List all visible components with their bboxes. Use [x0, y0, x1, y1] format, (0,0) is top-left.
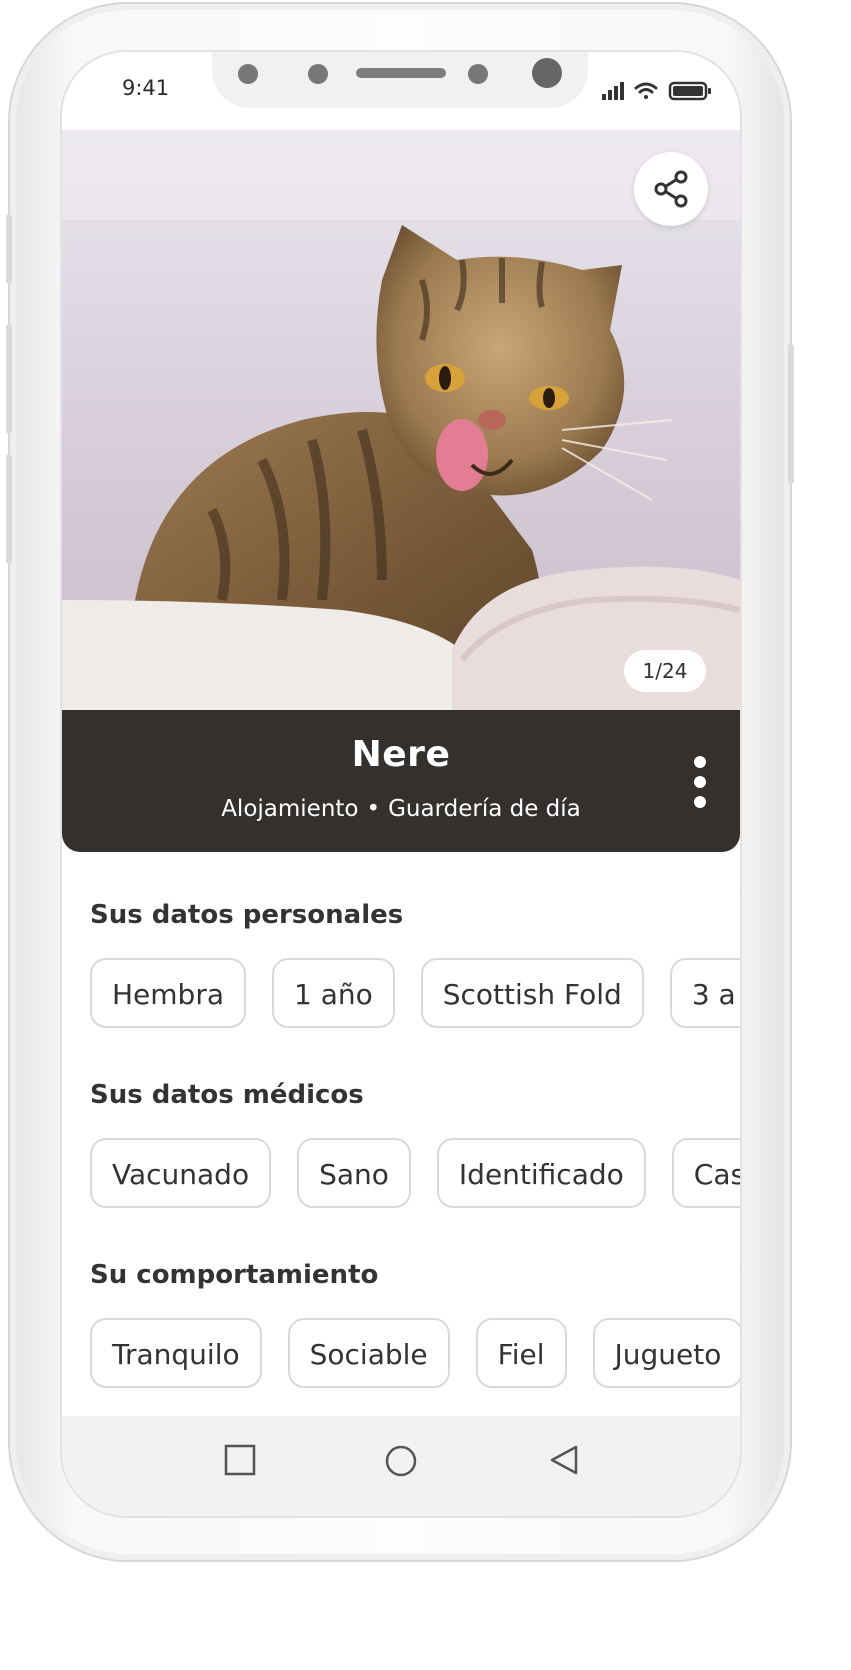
chip[interactable]: 3 a [669, 958, 740, 1028]
service-label: Guardería de día [388, 796, 581, 822]
pet-name: Nere [351, 734, 451, 775]
chip[interactable]: Identificado [436, 1138, 646, 1208]
home-button[interactable] [384, 1444, 418, 1482]
chip[interactable]: Vacunado [90, 1138, 272, 1208]
chip-row: Hembra 1 año Scottish Fold 3 a [90, 958, 740, 1028]
section-title: Su comportamiento [90, 1260, 379, 1290]
service-label: Alojamiento [221, 796, 359, 822]
status-icons [602, 80, 714, 106]
status-bar: 9:41 [62, 52, 740, 130]
sensor-dot [468, 64, 488, 84]
pet-photo[interactable]: 1/24 [62, 130, 740, 710]
chip[interactable]: Fiel [475, 1318, 567, 1388]
back-button[interactable] [548, 1444, 580, 1480]
android-nav-bar [62, 1416, 740, 1516]
status-time: 9:41 [122, 76, 170, 100]
app-screen: 9:41 1/24 Nere Alojamiento • Guardería d… [62, 52, 740, 1516]
chip-row: Vacunado Sano Identificado Cas [90, 1138, 740, 1208]
share-icon [654, 170, 688, 208]
chip[interactable]: Tranquilo [90, 1318, 262, 1388]
square-icon [224, 1444, 256, 1476]
chip[interactable]: Sano [297, 1138, 411, 1208]
side-button [6, 324, 12, 434]
signal-icon [602, 82, 624, 100]
section-medical: Sus datos médicos Vacunado Sano Identifica… [90, 1080, 740, 1208]
wifi-icon [634, 82, 658, 99]
more-vertical-icon[interactable] [690, 756, 710, 812]
chip[interactable]: Hembra [90, 958, 246, 1028]
sensor-dot [308, 64, 328, 84]
chip[interactable]: Cas [671, 1138, 740, 1208]
pet-header: Nere Alojamiento • Guardería de día [62, 710, 740, 852]
recent-apps-button[interactable] [224, 1444, 256, 1480]
speaker-grille [356, 68, 446, 78]
phone-frame: 9:41 1/24 Nere Alojamiento • Guardería d… [6, 4, 794, 1560]
photo-counter: 1/24 [624, 650, 706, 692]
separator-dot: • [366, 796, 381, 822]
chip[interactable]: Jugueto [592, 1318, 740, 1388]
circle-icon [385, 1445, 417, 1477]
pet-services: Alojamiento • Guardería de día [62, 796, 740, 822]
chip[interactable]: Sociable [287, 1318, 450, 1388]
chip-row: Tranquilo Sociable Fiel Jugueto [90, 1318, 740, 1388]
notch [212, 52, 588, 108]
section-title: Sus datos personales [90, 900, 404, 930]
front-camera [532, 58, 562, 88]
side-button [6, 454, 12, 564]
chip[interactable]: Scottish Fold [420, 958, 644, 1028]
side-button [788, 344, 794, 484]
section-title: Sus datos médicos [90, 1080, 364, 1110]
battery-icon [668, 81, 711, 101]
sensor-dot [238, 64, 258, 84]
section-behavior: Su comportamiento Tranquilo Sociable Fiel J… [90, 1260, 740, 1388]
section-personal: Sus datos personales Hembra 1 año Scottish… [90, 900, 740, 1028]
chip[interactable]: 1 año [272, 958, 395, 1028]
triangle-back-icon [550, 1445, 578, 1475]
cat-illustration [62, 130, 740, 710]
share-button[interactable] [634, 152, 708, 226]
side-button [6, 214, 12, 284]
